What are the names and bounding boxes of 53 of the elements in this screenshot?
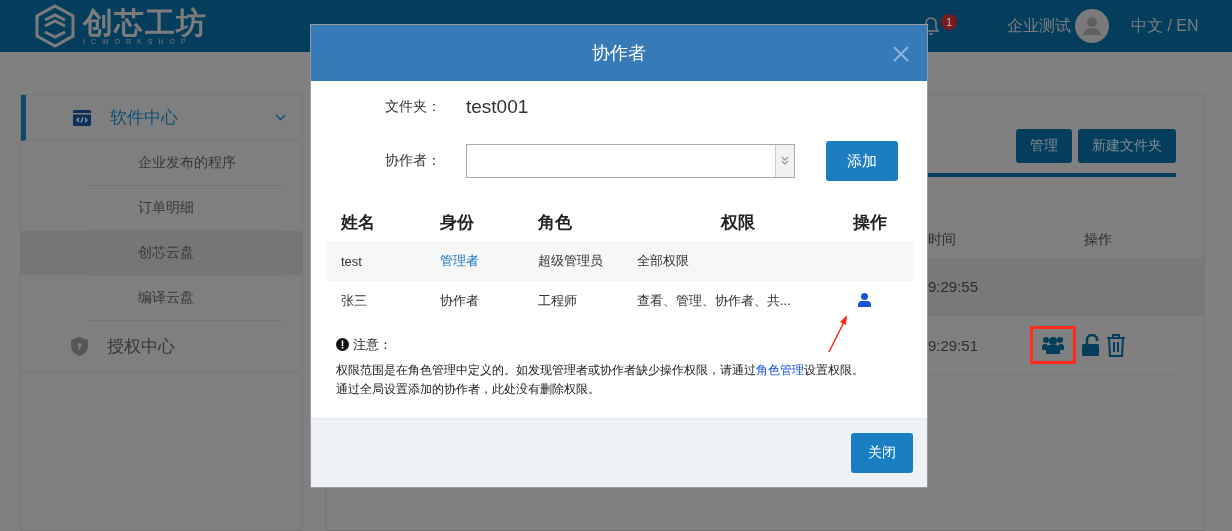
add-button[interactable]: 添加 <box>826 141 898 181</box>
field-label: 协作者： <box>384 152 442 170</box>
table-cell: 工程师 <box>523 281 622 321</box>
notification-badge: 1 <box>941 14 957 30</box>
note-text: 通过全局设置添加的协作者，此处没有删除权限。 <box>336 381 601 398</box>
avatar-icon[interactable] <box>1075 9 1109 43</box>
column-header: 权限 <box>621 203 839 241</box>
trash-icon[interactable] <box>1106 333 1126 357</box>
sidebar-item[interactable]: 企业发布的程序 <box>21 141 302 185</box>
sidebar-item[interactable]: 订单明细 <box>21 186 302 230</box>
language-link[interactable]: 中文 / EN <box>1131 15 1199 37</box>
column-header: 操作 <box>838 203 914 241</box>
toolbar-button[interactable]: 新建文件夹 <box>1078 129 1176 163</box>
identity-link[interactable]: 管理者 <box>439 253 479 268</box>
dialog-title: 协作者 <box>592 42 646 65</box>
close-icon[interactable] <box>893 46 909 62</box>
unlock-icon[interactable] <box>1082 334 1100 356</box>
logo-icon <box>33 4 77 48</box>
collaborator-select[interactable] <box>466 144 795 178</box>
code-window-icon <box>73 109 91 126</box>
person-icon[interactable] <box>858 292 872 307</box>
table-cell: test <box>326 241 425 281</box>
table-cell: 协作者 <box>439 293 479 308</box>
user-name[interactable]: 企业测试 <box>1007 15 1071 37</box>
column-header: 姓名 <box>326 203 425 241</box>
close-button[interactable]: 关闭 <box>851 433 913 473</box>
group-icon[interactable] <box>1042 336 1064 354</box>
chevron-icon <box>275 114 286 121</box>
note-text: 权限范围是在角色管理中定义的。如发现管理者或协作者缺少操作权限，请通过角色管理设置权限。 <box>336 362 865 379</box>
column-header: 角色 <box>523 203 622 241</box>
sidebar-group[interactable]: 授权中心 <box>21 321 302 372</box>
column-header: 时间 <box>928 231 956 247</box>
sort-icon <box>781 156 789 166</box>
table-cell: 张三 <box>326 281 425 321</box>
table-cell: 查看、管理、协作者、共... <box>621 281 839 321</box>
table-cell: 9:29:55 <box>928 277 979 295</box>
sidebar-item[interactable]: 编译云盘 <box>21 276 302 320</box>
toolbar-button[interactable]: 管理 <box>1016 129 1072 163</box>
logo-name[interactable]: 创芯工坊 <box>83 7 207 38</box>
role-management-link[interactable]: 角色管理 <box>756 363 804 377</box>
table-cell: 全部权限 <box>621 241 839 281</box>
table-cell: 9:29:51 <box>928 336 979 354</box>
annotation-arrow <box>826 314 850 354</box>
column-header: 身份 <box>424 203 524 241</box>
sidebar-item[interactable]: 创芯云盘 <box>21 231 302 275</box>
table-cell: 超级管理员 <box>523 241 622 281</box>
field-label: 文件夹： <box>384 98 442 116</box>
sidebar-group[interactable]: 软件中心 <box>21 95 302 141</box>
folder-name: test001 <box>466 96 529 118</box>
warning-icon <box>336 338 349 351</box>
column-header: 操作 <box>1084 231 1112 249</box>
note-title: 注意： <box>353 336 392 354</box>
shield-icon <box>71 336 88 356</box>
